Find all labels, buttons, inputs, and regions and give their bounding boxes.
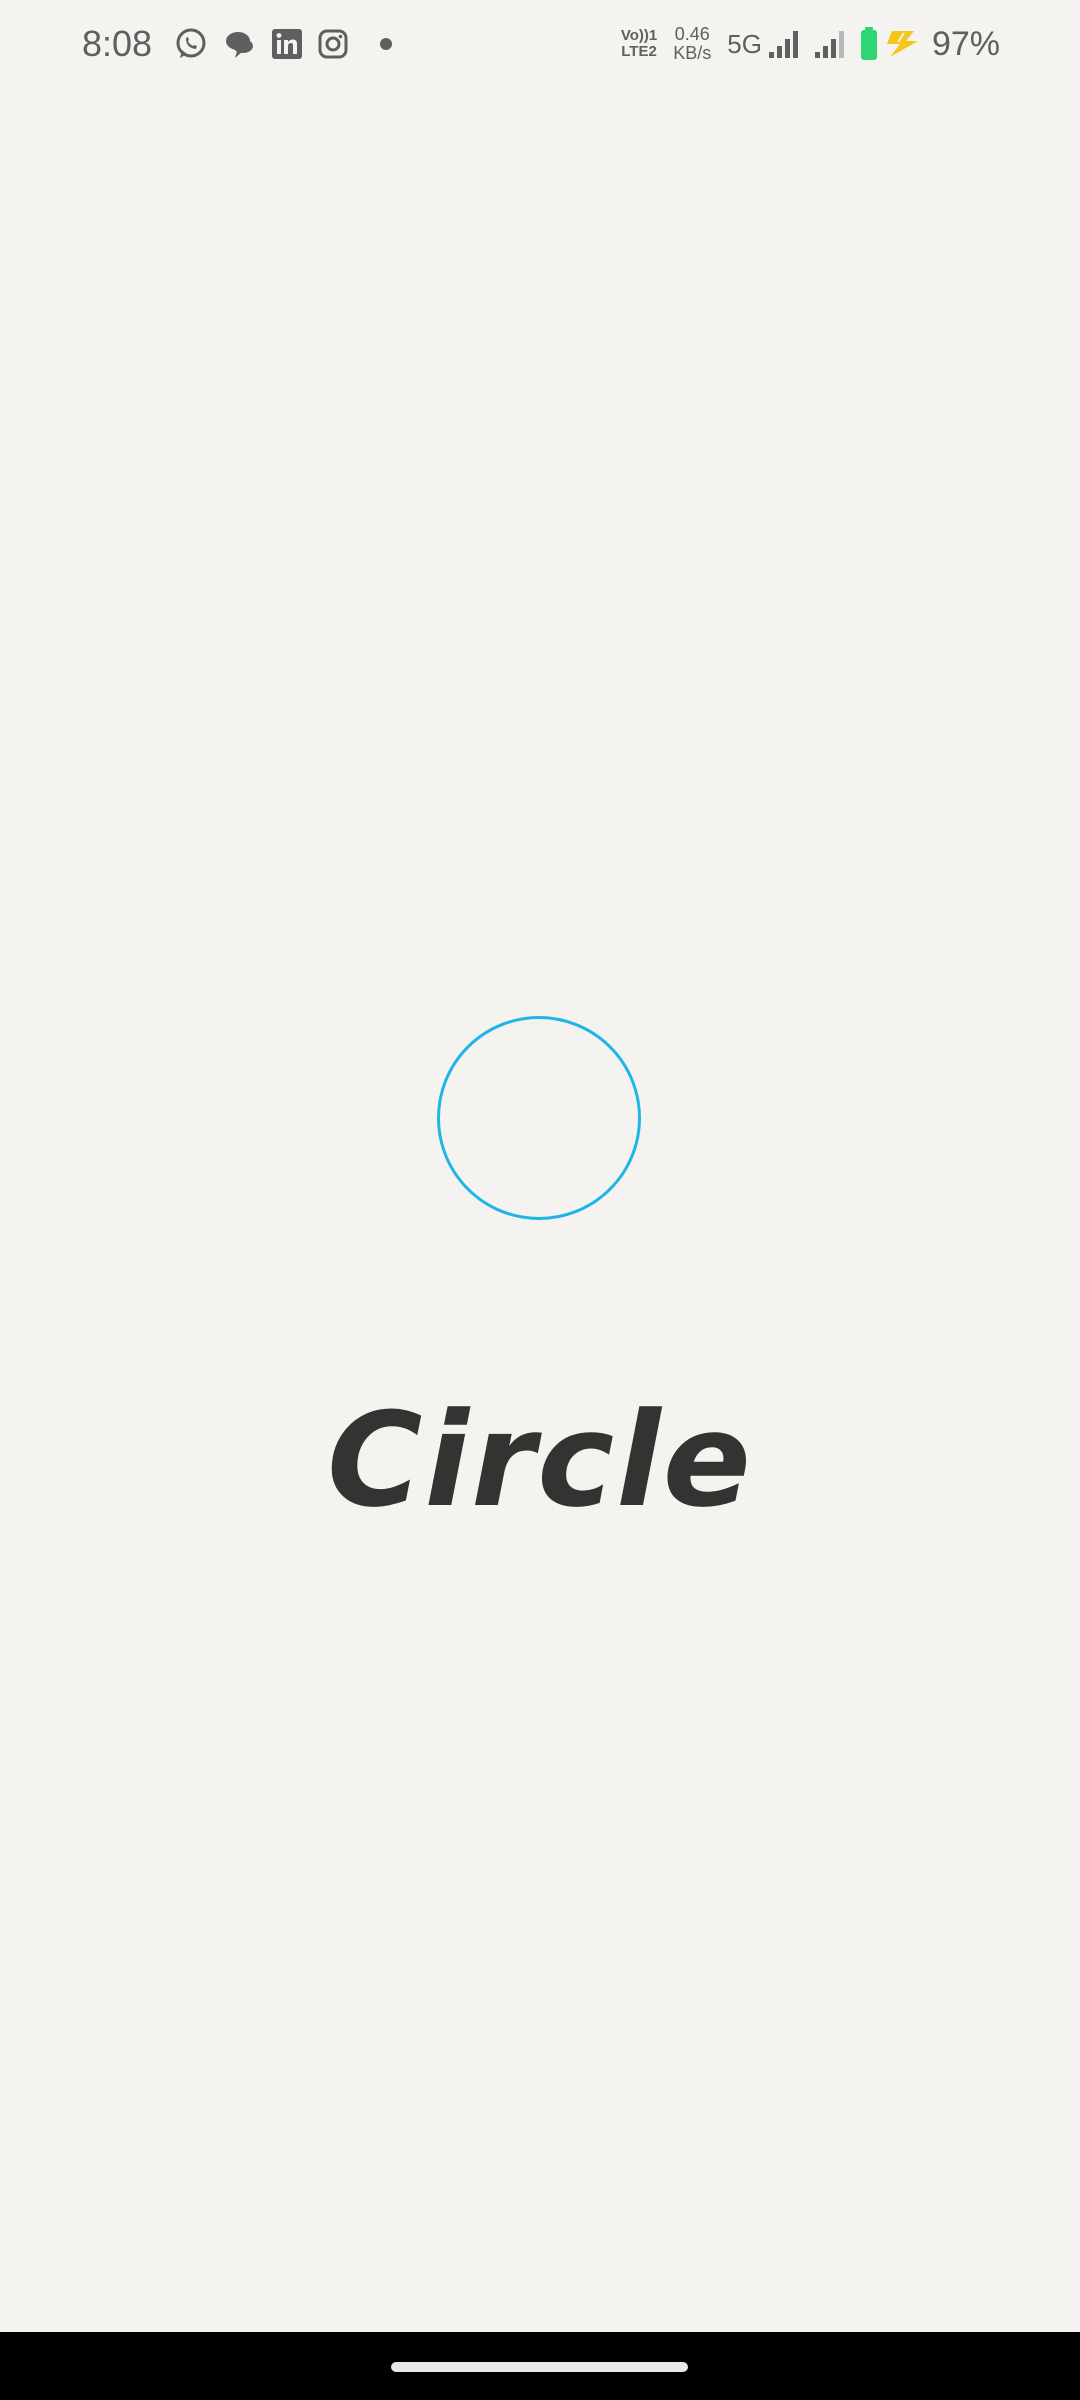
battery-percentage: 97% [931, 24, 1000, 63]
volte-indicator: Vo))1 LTE2 [621, 28, 657, 60]
instagram-icon [317, 28, 349, 60]
home-gesture-handle[interactable] [391, 2362, 688, 2372]
chat-bubbles-icon [223, 27, 257, 61]
net-speed-unit: KB/s [673, 43, 712, 63]
net-speed-value: 0.46 [674, 24, 710, 44]
signal-strength-icon-sim2 [814, 29, 846, 59]
network-speed: 0.46 KB/s [673, 25, 711, 63]
battery-icon [860, 27, 878, 61]
linkedin-icon [271, 28, 303, 60]
navigation-bar [0, 2332, 1080, 2400]
more-notifications-dot-icon [379, 37, 393, 51]
whatsapp-icon [173, 26, 209, 62]
charging-bolt-icon [884, 29, 924, 59]
volte-line1: Vo))1 [620, 27, 658, 44]
app-name: Circle [327, 1384, 753, 1536]
loading-ring-icon [437, 1016, 641, 1220]
status-bar: 8:08 Vo))1 LTE2 0.46 KB/s 5G 97% [0, 0, 1080, 88]
status-time: 8:08 [82, 23, 153, 64]
notification-icons [173, 24, 393, 64]
network-type: 5G [727, 28, 762, 59]
volte-line2: LTE2 [621, 43, 657, 60]
signal-strength-icon-sim1 [768, 29, 800, 59]
system-status-icons: Vo))1 LTE2 0.46 KB/s 5G 97% [621, 22, 1000, 66]
